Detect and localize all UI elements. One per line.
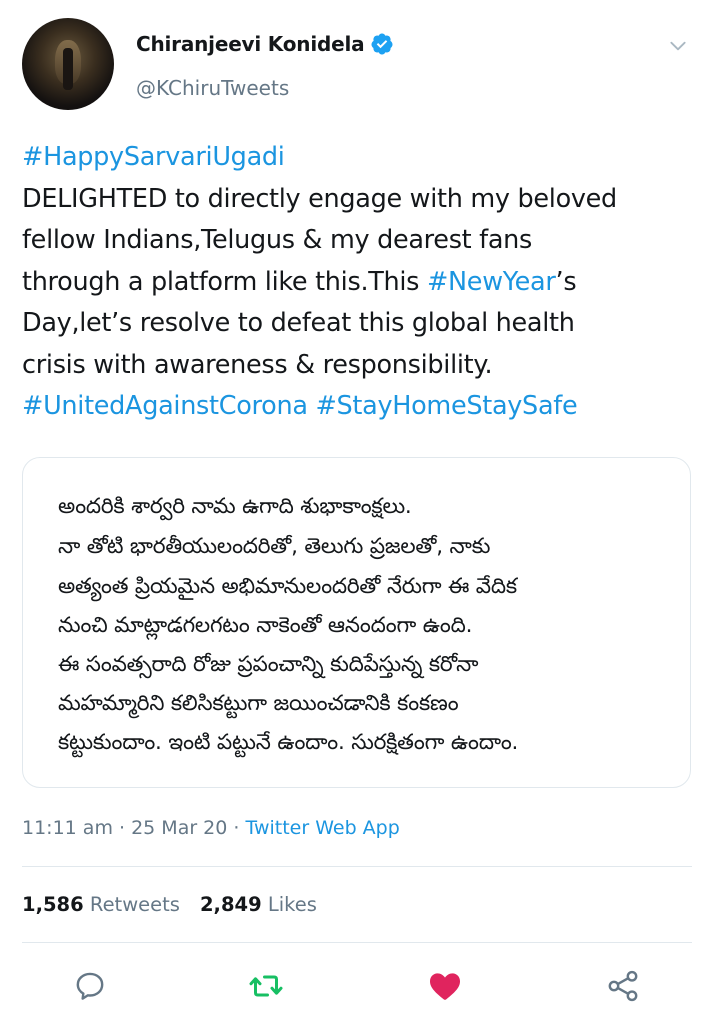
quoted-text-card[interactable]: అందరికి శార్వరి నామ ఉగాది శుభాకాంక్షలు. న…	[22, 457, 691, 788]
like-icon	[430, 973, 460, 1000]
retweets-count: 1,586	[22, 893, 84, 916]
tweet-text-line: #UnitedAgainstCorona #StayHomeStaySafe	[22, 386, 694, 428]
tweet-header: Chiranjeevi Konidela @KChiruTweets	[22, 18, 694, 114]
tweet-text-line: crisis with awareness & responsibility.	[22, 345, 694, 387]
share-button[interactable]	[603, 964, 643, 1008]
hashtag-link[interactable]: #NewYear	[427, 267, 556, 297]
like-button[interactable]	[425, 964, 465, 1008]
verified-badge-icon	[371, 33, 393, 55]
avatar[interactable]	[22, 18, 114, 110]
separator: ·	[112, 817, 132, 839]
tweet-text-segment: DELIGHTED to directly engage with my bel…	[22, 183, 617, 214]
hashtag-link[interactable]: #StayHomeStaySafe	[315, 391, 577, 421]
tweet-text-segment: Day,let’s resolve to defeat this global …	[22, 308, 575, 338]
reply-icon	[76, 972, 104, 1000]
source-app-link[interactable]: Twitter Web App	[245, 817, 399, 839]
quoted-text-line: కట్టుకుందాం. ఇంటి పట్టునే ఉందాం. సురక్షి…	[58, 730, 519, 755]
author-name-row[interactable]: Chiranjeevi Konidela	[136, 32, 394, 56]
likes-count: 2,849	[199, 893, 262, 916]
tweet-text-segment: fellow Indians,Telugus & my dearest fans	[22, 225, 533, 255]
quoted-text-line: అందరికి శార్వరి నామ ఉగాది శుభాకాంక్షలు.	[58, 494, 412, 519]
tweet-date[interactable]: 25 Mar 20	[131, 817, 227, 839]
quoted-text-line: అత్యంత ప్రియమైన అభిమానులందరితో నేరుగా ఈ …	[58, 574, 517, 599]
separator: ·	[227, 817, 246, 839]
tweet-text-line: through a platform like this.This #NewYe…	[22, 262, 694, 304]
tweet-text-line: fellow Indians,Telugus & my dearest fans	[22, 220, 694, 262]
retweet-icon	[249, 975, 283, 997]
tweet-text-line: #HappySarvariUgadi	[22, 137, 694, 179]
tweet-timestamp-row: 11:11 am · 25 Mar 20 · Twitter Web App	[22, 817, 400, 839]
divider	[22, 866, 692, 867]
tweet-text-segment: crisis with awareness & responsibility.	[22, 349, 493, 380]
tweet-text-line: DELIGHTED to directly engage with my bel…	[22, 179, 694, 221]
author-name[interactable]: Chiranjeevi Konidela	[136, 32, 365, 56]
tweet-time[interactable]: 11:11 am	[22, 817, 113, 839]
retweet-button[interactable]	[246, 964, 286, 1008]
retweets-label: Retweets	[89, 893, 180, 916]
divider	[22, 942, 692, 943]
hashtag-link[interactable]: #HappySarvariUgadi	[22, 142, 285, 172]
reply-button[interactable]	[70, 964, 110, 1008]
chevron-down-icon[interactable]	[668, 36, 688, 56]
tweet-text-line: Day,let’s resolve to defeat this global …	[22, 303, 694, 345]
tweet-actions	[0, 964, 712, 1008]
tweet-text-segment: ’s	[555, 266, 577, 297]
quoted-text-line: నుంచి మాట్లాడగలగటం నాకెంతో ఆనందంగా ఉంది.	[58, 613, 473, 638]
author-handle[interactable]: @KChiruTweets	[136, 76, 289, 100]
share-icon	[608, 970, 638, 1002]
likes-label: Likes	[267, 893, 317, 916]
hashtag-link[interactable]: #UnitedAgainstCorona	[22, 391, 308, 421]
likes-stat[interactable]: 2,849 Likes	[200, 893, 317, 916]
quoted-text-line: మహమ్మారిని కలిసికట్టుగా జయించడానికి కంకణ…	[58, 691, 459, 716]
tweet-text-segment: through a platform like this.This	[22, 266, 427, 297]
retweets-stat[interactable]: 1,586 Retweets	[22, 893, 180, 916]
quoted-text-line: నా తోటి భారతీయులందరితో, తెలుగు ప్రజలతో, …	[58, 534, 491, 559]
engagement-stats: 1,586 Retweets 2,849 Likes	[22, 893, 317, 916]
quoted-text-line: ఈ సంవత్సరాది రోజు ప్రపంచాన్ని కుదిపేస్తు…	[58, 652, 479, 677]
tweet-text: #HappySarvariUgadi DELIGHTED to directly …	[22, 137, 694, 428]
